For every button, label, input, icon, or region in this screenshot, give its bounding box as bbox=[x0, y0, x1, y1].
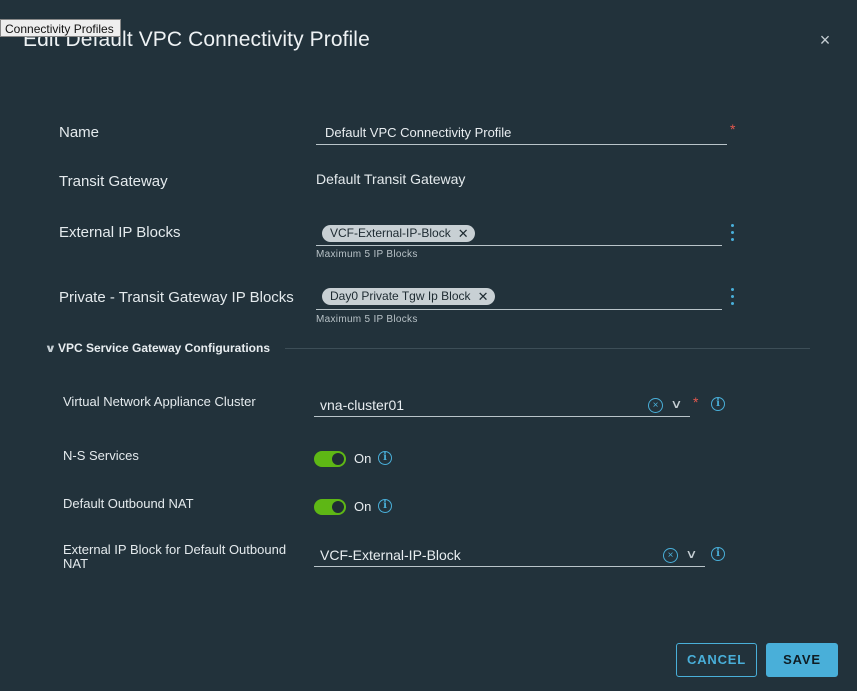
vna-cluster-value: vna-cluster01 bbox=[320, 397, 405, 413]
save-button[interactable]: SAVE bbox=[766, 643, 838, 677]
ext-ip-block-nat-label: External IP Block for Default Outbound N… bbox=[63, 543, 286, 571]
default-outbound-nat-label: Default Outbound NAT bbox=[63, 496, 194, 511]
hint-text: Maximum 5 IP Blocks bbox=[316, 314, 418, 325]
tooltip: Connectivity Profiles bbox=[0, 19, 121, 37]
toggle-state: On bbox=[354, 451, 372, 466]
name-field[interactable] bbox=[316, 121, 736, 145]
hint-text: Maximum 5 IP Blocks bbox=[316, 249, 418, 260]
section-divider bbox=[285, 348, 810, 349]
label-line: NAT bbox=[63, 556, 89, 571]
chevron-down-icon[interactable]: ∨ bbox=[670, 397, 682, 411]
toggle-state: On bbox=[354, 499, 372, 514]
name-input[interactable] bbox=[316, 121, 736, 144]
vna-cluster-label: Virtual Network Appliance Cluster bbox=[63, 394, 256, 409]
clear-icon[interactable]: × bbox=[663, 548, 678, 563]
chip-label: Day0 Private Tgw Ip Block bbox=[330, 289, 471, 303]
info-icon[interactable]: i bbox=[711, 397, 725, 411]
label-line: External IP Block for Default Outbound bbox=[63, 542, 287, 557]
info-icon[interactable]: i bbox=[378, 451, 392, 465]
external-ip-blocks-label: External IP Blocks bbox=[59, 224, 181, 241]
section-header[interactable]: ∨ VPC Service Gateway Configurations bbox=[44, 341, 270, 355]
name-label: Name bbox=[59, 124, 100, 141]
more-options-icon[interactable] bbox=[729, 288, 735, 308]
transit-gateway-value: Default Transit Gateway bbox=[316, 171, 466, 187]
default-outbound-nat-toggle[interactable] bbox=[314, 499, 346, 515]
section-title: VPC Service Gateway Configurations bbox=[57, 341, 270, 355]
ip-block-chip: Day0 Private Tgw Ip Block ✕ bbox=[322, 288, 495, 305]
chip-label: VCF-External-IP-Block bbox=[330, 226, 451, 240]
chevron-down-icon: ∨ bbox=[44, 343, 57, 355]
ext-ip-block-nat-value: VCF-External-IP-Block bbox=[320, 547, 461, 563]
required-mark: * bbox=[693, 394, 699, 410]
transit-gateway-label: Transit Gateway bbox=[59, 173, 168, 190]
close-icon[interactable]: × bbox=[817, 31, 833, 49]
remove-chip-icon[interactable]: ✕ bbox=[478, 288, 489, 305]
ns-services-label: N-S Services bbox=[63, 448, 139, 463]
more-options-icon[interactable] bbox=[729, 224, 735, 244]
cancel-button[interactable]: CANCEL bbox=[676, 643, 757, 677]
required-mark: * bbox=[730, 121, 736, 137]
info-icon[interactable]: i bbox=[711, 547, 725, 561]
clear-icon[interactable]: × bbox=[648, 398, 663, 413]
chevron-down-icon[interactable]: ∨ bbox=[685, 547, 697, 561]
ns-services-toggle[interactable] bbox=[314, 451, 346, 467]
ip-block-chip: VCF-External-IP-Block ✕ bbox=[322, 225, 475, 242]
info-icon[interactable]: i bbox=[378, 499, 392, 513]
remove-chip-icon[interactable]: ✕ bbox=[458, 225, 469, 242]
private-tgw-ip-blocks-label: Private - Transit Gateway IP Blocks bbox=[59, 289, 294, 306]
